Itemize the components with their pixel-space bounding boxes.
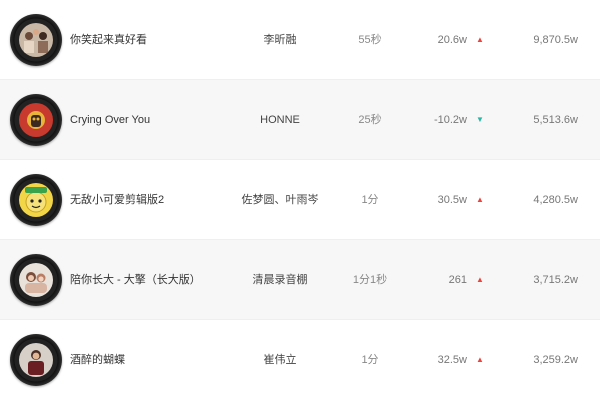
total-plays: 5,513.6w: [533, 114, 578, 126]
album-cover[interactable]: [10, 174, 62, 226]
song-title[interactable]: Crying Over You: [70, 80, 150, 160]
song-row[interactable]: Crying Over You HONNE 25秒 -10.2w ▼ 5,513…: [0, 80, 600, 160]
cover-art-icon: [19, 103, 53, 137]
album-cover[interactable]: [10, 254, 62, 306]
song-title[interactable]: 你笑起来真好看: [70, 0, 147, 80]
total-plays: 3,715.2w: [533, 274, 578, 286]
play-change: 30.5w: [437, 194, 467, 206]
trend-up-icon: ▲: [476, 195, 484, 204]
cover-art-icon: [19, 183, 53, 217]
trend-up-icon: ▲: [476, 355, 484, 364]
total-plays: 9,870.5w: [533, 34, 578, 46]
song-row[interactable]: 无敌小可爱剪辑版2 佐梦圆、叶雨岑 1分 30.5w ▲ 4,280.5w: [0, 160, 600, 240]
play-change: -10.2w: [433, 114, 467, 126]
song-row[interactable]: 陪你长大 - 大擎（长大版） 清晨录音棚 1分1秒 261 ▲ 3,715.2w: [0, 240, 600, 320]
cover-art-icon: [19, 343, 53, 377]
play-change: 32.5w: [437, 354, 467, 366]
song-row[interactable]: 你笑起来真好看 李昕融 55秒 20.6w ▲ 9,870.5w: [0, 0, 600, 80]
song-title[interactable]: 酒醉的蝴蝶: [70, 320, 125, 400]
total-plays: 3,259.2w: [533, 354, 578, 366]
song-duration: 1分: [361, 194, 379, 206]
song-title[interactable]: 无敌小可爱剪辑版2: [70, 160, 164, 240]
song-duration: 55秒: [358, 34, 382, 46]
play-change: 261: [448, 274, 467, 286]
song-artist[interactable]: 崔伟立: [225, 320, 335, 400]
song-artist[interactable]: 李昕融: [225, 0, 335, 80]
cover-art-icon: [19, 263, 53, 297]
play-change: 20.6w: [437, 34, 467, 46]
song-artist[interactable]: HONNE: [225, 80, 335, 160]
cover-art-icon: [19, 23, 53, 57]
song-duration: 25秒: [358, 114, 382, 126]
song-duration: 1分: [361, 354, 379, 366]
song-title[interactable]: 陪你长大 - 大擎（长大版）: [70, 240, 201, 320]
album-cover[interactable]: [10, 94, 62, 146]
album-cover[interactable]: [10, 14, 62, 66]
album-cover[interactable]: [10, 334, 62, 386]
trend-up-icon: ▲: [476, 35, 484, 44]
song-artist[interactable]: 佐梦圆、叶雨岑: [225, 160, 335, 240]
trend-down-icon: ▼: [476, 115, 484, 124]
total-plays: 4,280.5w: [533, 194, 578, 206]
song-artist[interactable]: 清晨录音棚: [225, 240, 335, 320]
song-duration: 1分1秒: [352, 274, 388, 286]
song-ranking-list: 你笑起来真好看 李昕融 55秒 20.6w ▲ 9,870.5w Crying …: [0, 0, 600, 400]
trend-up-icon: ▲: [476, 275, 484, 284]
song-row[interactable]: 酒醉的蝴蝶 崔伟立 1分 32.5w ▲ 3,259.2w: [0, 320, 600, 400]
